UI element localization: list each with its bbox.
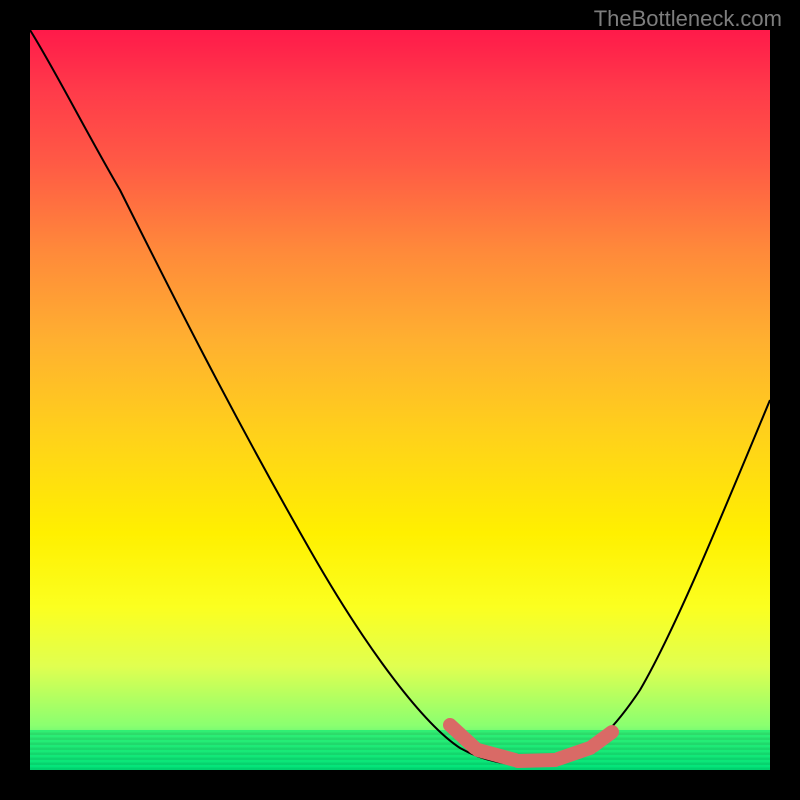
plot-area bbox=[30, 30, 770, 770]
optimal-band-highlight bbox=[450, 725, 612, 761]
bottleneck-curve bbox=[30, 30, 770, 765]
curve-layer bbox=[30, 30, 770, 770]
watermark-text: TheBottleneck.com bbox=[594, 6, 782, 32]
